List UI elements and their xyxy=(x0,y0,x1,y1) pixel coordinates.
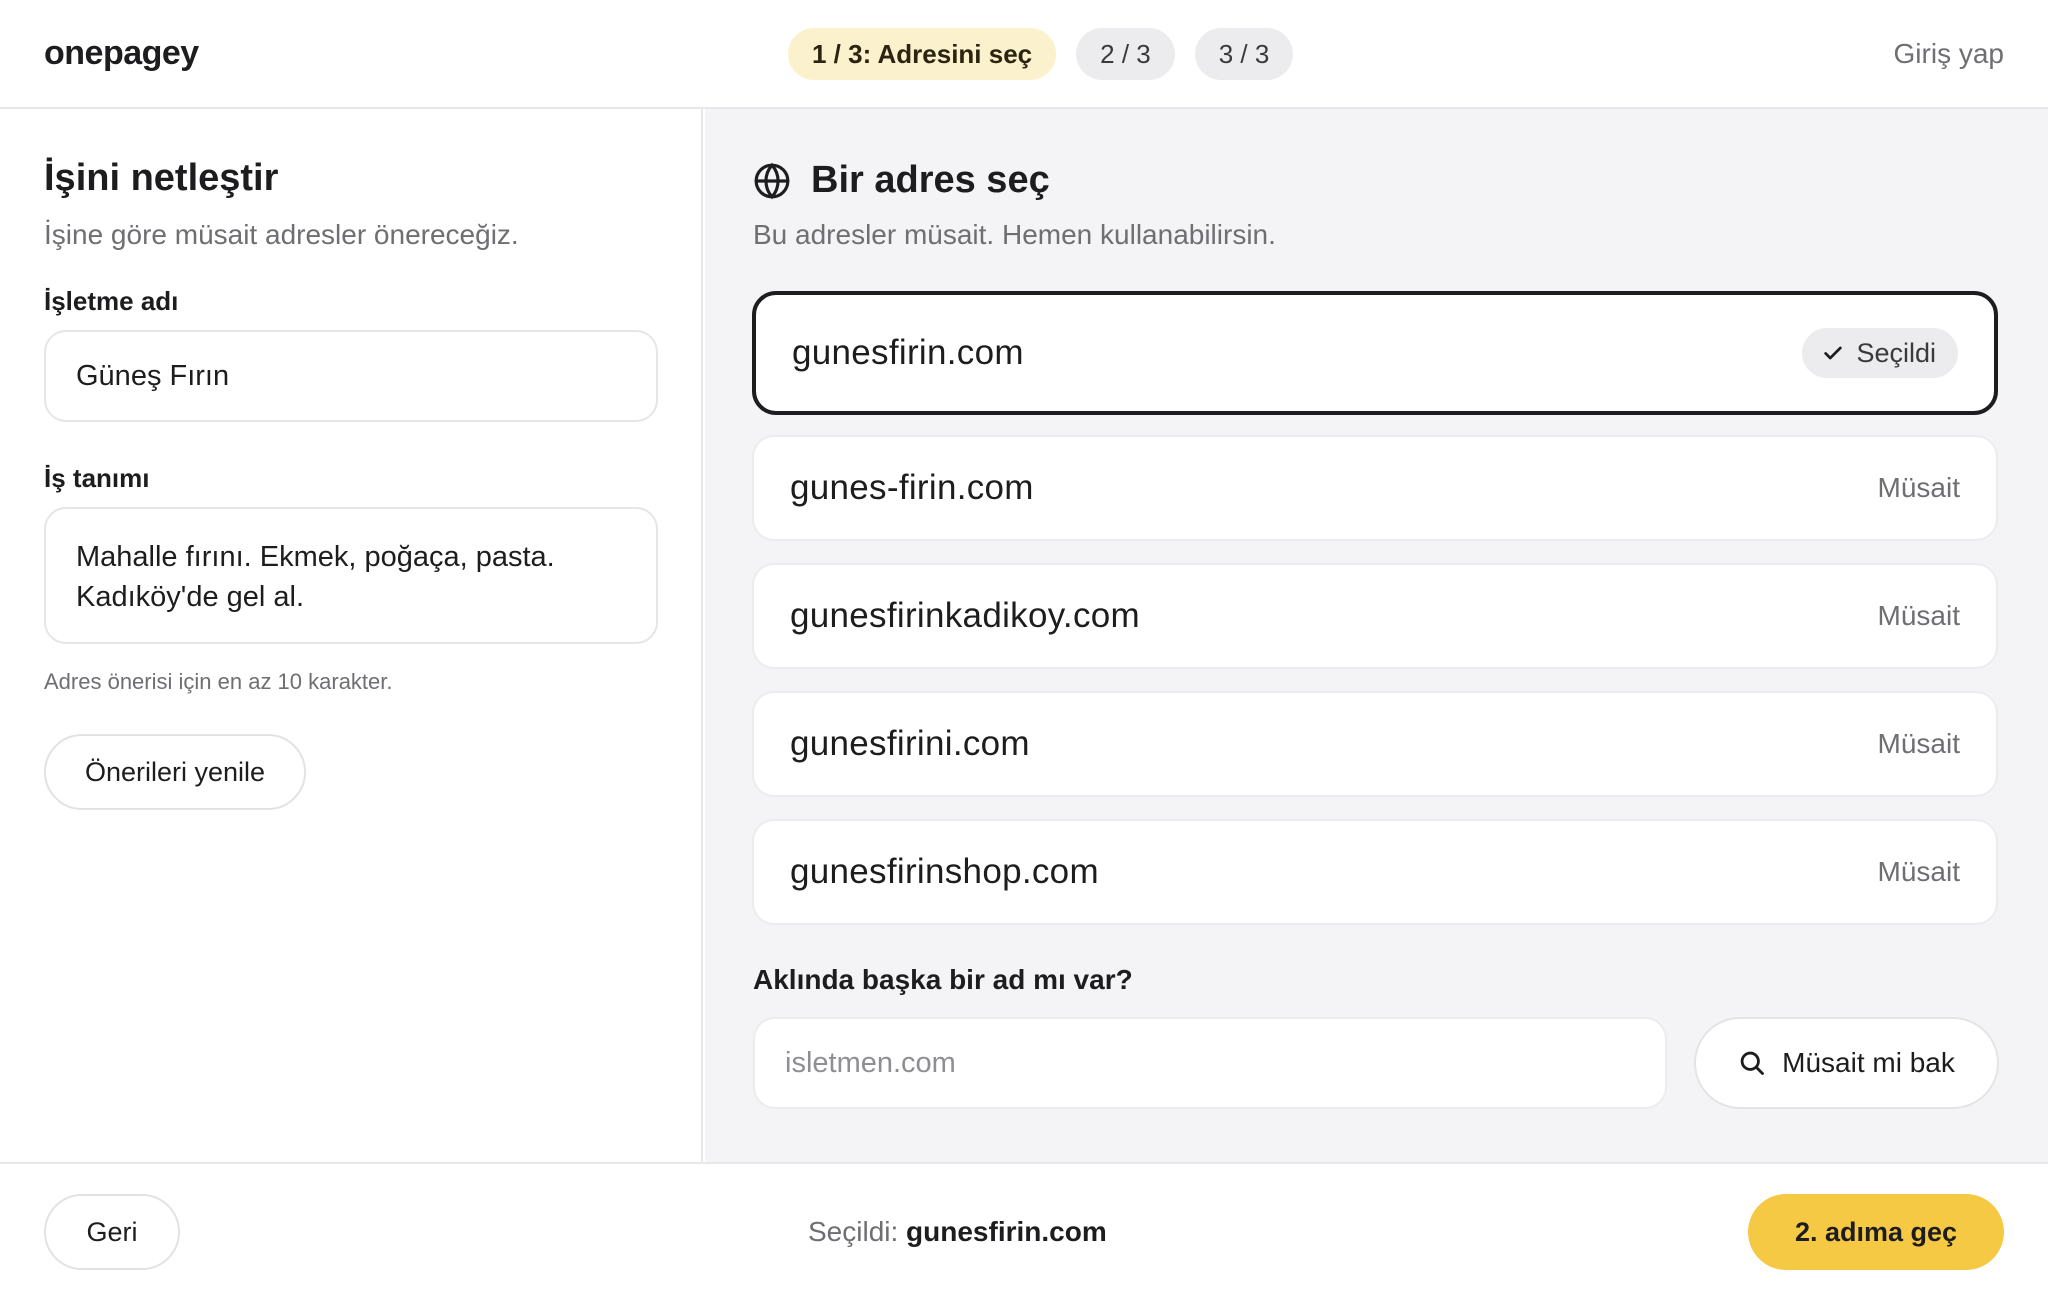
panel-subtitle: İşine göre müsait adresler önereceğiz. xyxy=(44,219,519,250)
domain-section-subtitle: Bu adresler müsait. Hemen kullanabilirsi… xyxy=(753,219,1276,250)
selected-badge: Seçildi xyxy=(1802,328,1958,378)
domain-name: gunesfirinshop.com xyxy=(790,852,1099,891)
logo[interactable]: onepagey xyxy=(44,34,199,73)
step-2-pill[interactable]: 2 / 3 xyxy=(1076,28,1175,80)
domain-name: gunesfirinkadikoy.com xyxy=(790,596,1140,635)
business-info-panel: İşini netleştir İşine göre müsait adresl… xyxy=(0,109,703,1162)
domain-section-header: Bir adres seç xyxy=(753,159,1050,202)
domain-name: gunesfirin.com xyxy=(792,333,1024,372)
domain-selection-panel: Bir adres seç Bu adresler müsait. Hemen … xyxy=(705,109,2048,1162)
domain-option[interactable]: gunesfirinkadikoy.com Müsait xyxy=(752,563,1998,669)
step-3-pill[interactable]: 3 / 3 xyxy=(1194,28,1294,80)
domain-name: gunes-firin.com xyxy=(790,468,1034,507)
description-label: İş tanımı xyxy=(44,463,150,493)
check-icon xyxy=(1824,346,1843,360)
availability-status: Müsait xyxy=(1877,600,1960,631)
domain-option[interactable]: gunesfirinshop.com Müsait xyxy=(752,819,1998,925)
refresh-suggestions-button[interactable]: Önerileri yenile xyxy=(44,734,306,810)
check-availability-button[interactable]: Müsait mi bak xyxy=(1694,1017,1999,1109)
selected-domain: gunesfirin.com xyxy=(906,1216,1107,1247)
availability-status: Müsait xyxy=(1877,856,1960,887)
domain-option[interactable]: gunes-firin.com Müsait xyxy=(752,435,1998,541)
bottom-bar: Geri Seçildi: gunesfirin.com 2. adıma ge… xyxy=(0,1162,2048,1296)
description-hint: Adres önerisi için en az 10 karakter. xyxy=(44,669,393,694)
selected-badge-label: Seçildi xyxy=(1856,337,1936,368)
domain-option[interactable]: gunesfirini.com Müsait xyxy=(752,691,1998,797)
business-name-label: İşletme adı xyxy=(44,286,179,316)
top-bar: onepagey 1 / 3: Adresini seç 2 / 3 3 / 3… xyxy=(0,0,2048,109)
panel-title: İşini netleştir xyxy=(44,157,279,199)
custom-domain-label: Aklında başka bir ad mı var? xyxy=(753,964,1133,995)
selection-prefix: Seçildi: xyxy=(808,1216,907,1247)
business-name-input[interactable] xyxy=(44,330,658,422)
domain-section-title: Bir adres seç xyxy=(811,159,1050,201)
description-textarea[interactable]: Mahalle fırını. Ekmek, poğaça, pasta. Ka… xyxy=(44,507,658,644)
domain-option-selected[interactable]: gunesfirin.com Seçildi xyxy=(752,291,1998,415)
selection-summary: Seçildi: gunesfirin.com xyxy=(808,1216,1107,1248)
step-indicator: 1 / 3: Adresini seç 2 / 3 3 / 3 xyxy=(788,28,1294,80)
login-link[interactable]: Giriş yap xyxy=(1894,38,2004,70)
search-icon xyxy=(1740,1051,1765,1075)
availability-status: Müsait xyxy=(1877,728,1960,759)
domain-name: gunesfirini.com xyxy=(790,724,1030,763)
availability-status: Müsait xyxy=(1877,472,1960,503)
next-step-button[interactable]: 2. adıma geç xyxy=(1748,1194,2004,1270)
check-availability-label: Müsait mi bak xyxy=(1782,1047,1955,1078)
custom-domain-input[interactable] xyxy=(753,1017,1667,1109)
globe-icon xyxy=(754,162,790,199)
step-1-pill[interactable]: 1 / 3: Adresini seç xyxy=(788,28,1057,80)
back-button[interactable]: Geri xyxy=(44,1194,180,1270)
